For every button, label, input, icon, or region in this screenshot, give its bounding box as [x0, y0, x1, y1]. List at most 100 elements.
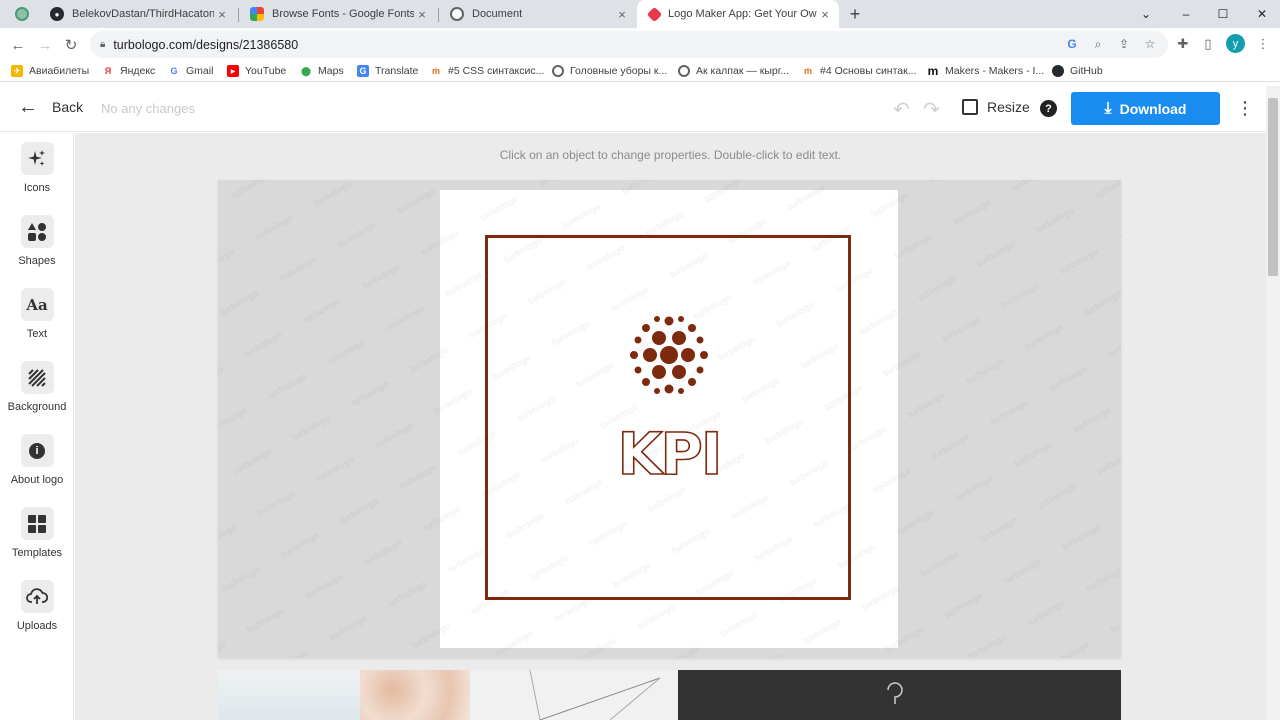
bookmark-item[interactable]: Головные уборы к... [552, 63, 667, 79]
bookmark-star-icon[interactable]: ☆ [1142, 35, 1158, 53]
sidebar-item-icons[interactable]: Icons [0, 142, 74, 202]
bookmark-label: GitHub [1070, 65, 1103, 77]
download-button[interactable]: ⤓ Download [1071, 92, 1220, 125]
template-thumbnail[interactable] [360, 670, 470, 720]
design-stage[interactable]: KPI turbologo [218, 180, 1121, 658]
redo-icon[interactable]: ↷ [923, 97, 940, 122]
browser-tab-document[interactable]: Document × [438, 0, 636, 28]
sparkles-icon [20, 142, 54, 175]
more-options-icon[interactable]: ⋮ [1236, 98, 1254, 118]
bookmark-label: Gmail [186, 65, 214, 77]
profile-avatar[interactable]: y [1226, 34, 1245, 53]
sidebar-label: About logo [10, 474, 64, 486]
maximize-button[interactable]: ☐ [1205, 0, 1241, 28]
download-icon: ⤓ [1104, 99, 1112, 117]
sidebar-item-shapes[interactable]: Shapes [0, 215, 74, 275]
globe-icon [552, 65, 564, 77]
resize-button[interactable]: Resize [962, 99, 1030, 115]
bookmark-item[interactable]: m Makers - Makers - I... [927, 63, 1045, 79]
close-window-button[interactable]: ✕ [1244, 0, 1280, 28]
browser-tab-strip: ● BelekovDastan/ThirdHacaton_In × Browse… [0, 0, 1280, 28]
close-tab-icon[interactable]: × [414, 7, 430, 22]
forward-nav-icon[interactable]: → [34, 34, 56, 56]
back-button[interactable]: ← Back [18, 97, 83, 117]
sidebar-item-about-logo[interactable]: i About logo [0, 434, 74, 494]
help-icon[interactable]: ? [1040, 100, 1057, 117]
bookmark-item[interactable]: ▶ YouTube [227, 63, 286, 79]
browser-toolbar: ← → ↻ 🔒︎ turbologo.com/designs/21386580 … [0, 28, 1280, 60]
tab-list-button[interactable]: ⌄ [1128, 0, 1164, 28]
translate-icon: G [357, 65, 369, 77]
new-tab-button[interactable]: + [846, 3, 864, 25]
zoom-icon[interactable]: ⌕ [1090, 35, 1106, 53]
cloud-upload-icon [20, 580, 54, 613]
bookmark-label: Makers - Makers - I... [945, 65, 1045, 77]
bookmark-item[interactable]: ṁ #5 CSS синтаксис... [430, 63, 544, 79]
template-previews [218, 670, 1121, 720]
tab-title: Browse Fonts - Google Fonts [272, 8, 414, 20]
google-lens-icon[interactable]: G [1064, 35, 1080, 53]
globe-icon [450, 7, 464, 21]
sidebar-label: Uploads [16, 620, 58, 632]
side-panel-icon[interactable]: ▯ [1197, 33, 1219, 55]
back-nav-icon[interactable]: ← [7, 34, 29, 56]
close-tab-icon[interactable]: × [214, 7, 230, 22]
minimize-button[interactable]: – [1168, 0, 1204, 28]
share-icon[interactable]: ⇪ [1116, 35, 1132, 53]
bookmark-item[interactable]: G Gmail [168, 63, 213, 79]
google-fonts-icon [250, 7, 264, 21]
bookmark-item[interactable]: Ак калпак — кырг... [678, 63, 789, 79]
close-tab-icon[interactable]: × [614, 7, 630, 22]
resize-icon [962, 99, 978, 115]
close-tab-icon[interactable]: × [817, 7, 833, 22]
bookmark-item[interactable]: Я Яндекс [102, 63, 156, 79]
bookmark-item[interactable]: ṁ #4 Основы синтак... [802, 63, 917, 79]
address-bar[interactable]: 🔒︎ turbologo.com/designs/21386580 G ⌕ ⇪ … [90, 31, 1168, 58]
browser-tab-logo-maker[interactable]: Logo Maker App: Get Your Own × [637, 0, 839, 28]
template-thumbnail[interactable] [218, 670, 360, 720]
scrollbar-thumb[interactable] [1268, 98, 1278, 276]
extensions-icon[interactable]: ✚ [1172, 33, 1194, 55]
browser-tab-github[interactable]: ● BelekovDastan/ThirdHacaton_In × [38, 0, 236, 28]
bookmark-item[interactable]: GitHub [1052, 63, 1103, 79]
chrome-menu-icon[interactable]: ⋮ [1252, 33, 1274, 55]
sidebar-item-templates[interactable]: Templates [0, 507, 74, 567]
logo-canvas[interactable]: KPI [440, 190, 898, 648]
template-thumbnail[interactable] [678, 670, 1121, 720]
template-thumbnail[interactable] [470, 670, 678, 720]
bookmark-label: Яндекс [120, 65, 156, 77]
address-bar-actions: G ⌕ ⇪ ☆ [1064, 35, 1158, 53]
bookmark-item[interactable]: ✈ Авиабилеты [11, 63, 89, 79]
sidebar-label: Icons [23, 182, 51, 194]
logo-frame-rectangle[interactable] [485, 235, 851, 600]
reload-icon[interactable]: ↻ [60, 34, 82, 56]
bookmark-item[interactable]: ⬤ Maps [300, 63, 344, 79]
bookmark-item[interactable]: G Translate [357, 63, 418, 79]
page-scrollbar[interactable] [1266, 86, 1280, 720]
sidebar-label: Shapes [18, 255, 56, 267]
browser-tab-google-fonts[interactable]: Browse Fonts - Google Fonts × [238, 0, 436, 28]
editor-header: ← Back No any changes ↶ ↷ Resize ? ⤓ Dow… [0, 86, 1266, 132]
logo-text[interactable]: KPI [606, 422, 732, 478]
maps-pin-icon: ⬤ [300, 65, 312, 76]
bookmark-label: Ак калпак — кырг... [696, 65, 790, 77]
hanger-image [887, 682, 903, 704]
sidebar-item-text[interactable]: Aa Text [0, 288, 74, 348]
sidebar-label: Background [7, 401, 67, 413]
sidebar-item-background[interactable]: Background [0, 361, 74, 421]
makers-icon: m [927, 64, 939, 78]
globe-icon [678, 65, 690, 77]
bookmarks-bar: ✈ Авиабилеты Я Яндекс G Gmail ▶ YouTube ⬤ Map… [0, 60, 1280, 82]
sidebar-item-uploads[interactable]: Uploads [0, 580, 74, 640]
bookmark-label: Авиабилеты [29, 65, 90, 77]
sidebar-label: Text [26, 328, 48, 340]
bookmark-label: Translate [375, 65, 419, 77]
shapes-icon [20, 215, 54, 248]
google-icon: G [170, 66, 178, 76]
tab-search-button[interactable] [15, 7, 29, 21]
url-text[interactable]: turbologo.com/designs/21386580 [113, 38, 298, 52]
tab-title: Logo Maker App: Get Your Own [668, 8, 817, 20]
undo-icon[interactable]: ↶ [893, 97, 910, 122]
logo-sphere-icon[interactable] [626, 312, 712, 398]
plane-icon: ✈ [11, 65, 23, 77]
